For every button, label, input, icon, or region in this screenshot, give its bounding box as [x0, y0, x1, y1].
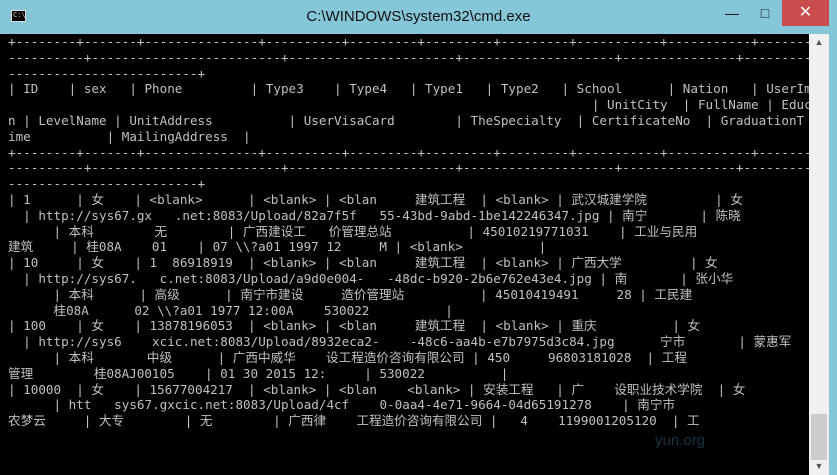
scroll-down-arrow-icon[interactable]: ▼	[809, 458, 829, 475]
console-output[interactable]: +--------+-------+---------------+------…	[8, 34, 809, 475]
watermark-text: yun.org	[655, 432, 706, 449]
scrollbar-thumb[interactable]	[811, 414, 827, 460]
vertical-scrollbar[interactable]: ▲ ▼	[809, 34, 829, 475]
close-button[interactable]: ✕	[782, 0, 829, 26]
console-text: +--------+-------+---------------+------…	[8, 34, 809, 429]
title-bar[interactable]: C:\ C:\WINDOWS\system32\cmd.exe — □ ✕	[0, 0, 837, 34]
minimize-button[interactable]: —	[716, 0, 748, 26]
scroll-up-arrow-icon[interactable]: ▲	[809, 34, 829, 51]
maximize-button[interactable]: □	[749, 0, 781, 26]
cmd-window: C:\ C:\WINDOWS\system32\cmd.exe — □ ✕ +-…	[0, 0, 837, 475]
window-frame-right	[829, 34, 837, 475]
window-title: C:\WINDOWS\system32\cmd.exe	[306, 8, 531, 25]
